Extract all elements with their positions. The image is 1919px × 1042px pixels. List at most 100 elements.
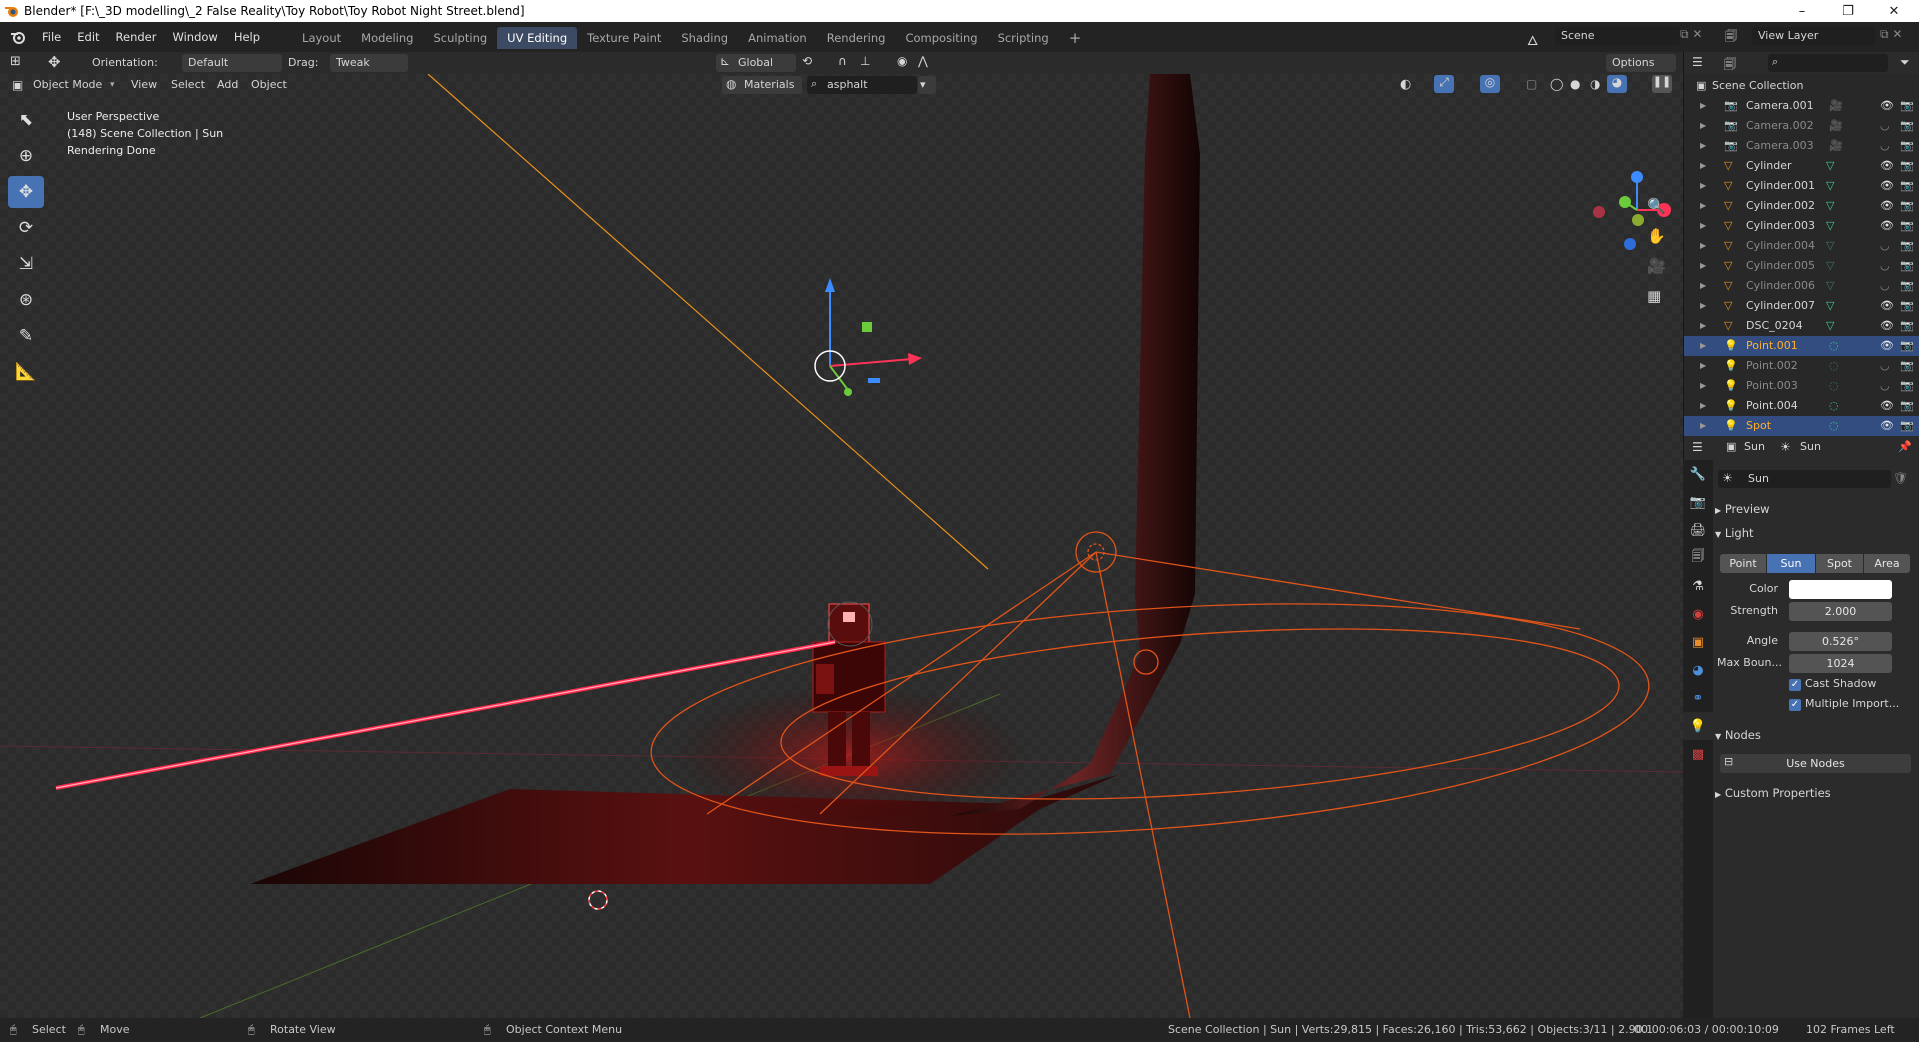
close-button[interactable]: ✕	[1871, 0, 1917, 22]
eye-closed-icon[interactable]: ◡	[1880, 236, 1890, 256]
use-nodes-button[interactable]: Use Nodes	[1720, 754, 1911, 773]
perspective-toggle-icon[interactable]: ▦	[1647, 287, 1661, 305]
render-toggle-icon[interactable]: 📷	[1900, 236, 1914, 256]
scene-browse-icon[interactable]: 🜂	[1527, 27, 1551, 49]
tab-texture-paint[interactable]: Texture Paint	[577, 27, 671, 49]
eye-open-icon[interactable]: 👁	[1880, 396, 1894, 416]
render-toggle-icon[interactable]: 📷	[1900, 156, 1914, 176]
menu-file[interactable]: File	[34, 22, 69, 52]
expand-arrow-icon[interactable]: ▶	[1700, 176, 1706, 196]
eye-open-icon[interactable]: 👁	[1880, 176, 1894, 196]
zoom-icon[interactable]: 🔍	[1647, 197, 1666, 215]
eye-closed-icon[interactable]: ◡	[1880, 276, 1890, 296]
outliner-item[interactable]: ▶ ▽ Cylinder.004 ▽ ◡ 📷	[1684, 236, 1919, 256]
viewport-menu-object[interactable]: Object	[251, 76, 287, 94]
output-tab-icon[interactable]: 🖨	[1683, 516, 1713, 544]
3d-viewport[interactable]: ▣ Object Mode ▾ View Select Add Object M…	[0, 74, 1683, 1018]
light-type-area[interactable]: Area	[1864, 554, 1910, 573]
light-section[interactable]: ▼ Light	[1715, 526, 1754, 540]
light-data-name-field[interactable]: Sun	[1718, 470, 1891, 488]
camera-view-icon[interactable]: 🎥	[1647, 257, 1666, 275]
menu-window[interactable]: Window	[164, 22, 225, 52]
color-swatch[interactable]	[1789, 580, 1892, 599]
outliner-item[interactable]: ▶ 📷 Camera.002 🎥 ◡ 📷	[1684, 116, 1919, 136]
mesh-data-icon[interactable]: ▽	[1826, 256, 1834, 276]
preview-section[interactable]: ▶ Preview	[1715, 502, 1770, 516]
outliner-item[interactable]: ▶ 📷 Camera.001 🎥 👁 📷	[1684, 96, 1919, 116]
outliner-item[interactable]: ▶ 📷 Camera.003 🎥 ◡ 📷	[1684, 136, 1919, 156]
outliner-item[interactable]: ▶ 💡 Spot ◌ 👁 📷	[1684, 416, 1919, 436]
falloff-icon[interactable]: ⋀	[918, 54, 928, 68]
tool-tab-icon[interactable]: 🔧	[1683, 460, 1713, 488]
outliner-item[interactable]: ▶ 💡 Point.002 ◌ ◡ 📷	[1684, 356, 1919, 376]
outliner-item[interactable]: ▶ ▽ DSC_0204 ▽ 👁 📷	[1684, 316, 1919, 336]
physics-tab-icon[interactable]: ◕	[1683, 656, 1713, 684]
render-toggle-icon[interactable]: 📷	[1900, 276, 1914, 296]
tab-shading[interactable]: Shading	[671, 27, 738, 49]
eye-open-icon[interactable]: 👁	[1880, 296, 1894, 316]
camera-data-icon[interactable]: 🎥	[1829, 116, 1843, 136]
render-toggle-icon[interactable]: 📷	[1900, 416, 1914, 436]
tab-rendering[interactable]: Rendering	[817, 27, 896, 49]
maximize-button[interactable]: ❐	[1825, 0, 1871, 22]
constraints-tab-icon[interactable]: ⚭	[1683, 684, 1713, 712]
scene-new-icon[interactable]: ⧉ ✕	[1680, 27, 1702, 42]
editor-type-icon[interactable]: ☰	[1692, 440, 1703, 454]
drag-dropdown[interactable]: Tweak	[330, 54, 408, 72]
camera-data-icon[interactable]: 🎥	[1829, 96, 1843, 116]
max-bounces-field[interactable]: 1024	[1789, 654, 1892, 673]
scene-selector[interactable]: Scene	[1555, 27, 1680, 45]
texture-tab-icon[interactable]: ▩	[1683, 740, 1713, 768]
angle-field[interactable]: 0.526°	[1789, 632, 1892, 651]
light-data-icon[interactable]: ◌	[1829, 376, 1839, 396]
outliner-root[interactable]: ▣ Scene Collection	[1684, 76, 1919, 96]
solid-shading-icon[interactable]: ●	[1570, 77, 1580, 91]
pivot-icon[interactable]: ⟲	[802, 54, 812, 68]
material-search-field[interactable]: asphalt	[807, 76, 917, 94]
outliner-item[interactable]: ▶ ▽ Cylinder.007 ▽ 👁 📷	[1684, 296, 1919, 316]
render-toggle-icon[interactable]: 📷	[1900, 136, 1914, 156]
mesh-data-icon[interactable]: ▽	[1826, 276, 1834, 296]
mesh-data-icon[interactable]: ▽	[1826, 156, 1834, 176]
snap-magnet-icon[interactable]: ∩	[838, 54, 847, 68]
render-toggle-icon[interactable]: 📷	[1900, 376, 1914, 396]
viewport-menu-select[interactable]: Select	[171, 76, 205, 94]
scale-tool-icon[interactable]: ⇲	[8, 248, 44, 280]
transform-gizmo[interactable]	[814, 278, 922, 396]
camera-data-icon[interactable]: 🎥	[1829, 136, 1843, 156]
expand-arrow-icon[interactable]: ▶	[1700, 256, 1706, 276]
mesh-data-icon[interactable]: ▽	[1826, 316, 1834, 336]
pin-icon[interactable]: 📌	[1898, 440, 1912, 453]
transform-tool-icon[interactable]: ⊛	[8, 284, 44, 316]
mesh-data-icon[interactable]: ▽	[1826, 236, 1834, 256]
eye-open-icon[interactable]: 👁	[1880, 156, 1894, 176]
eye-closed-icon[interactable]: ◡	[1880, 256, 1890, 276]
tab-scripting[interactable]: Scripting	[988, 27, 1059, 49]
tab-sculpting[interactable]: Sculpting	[423, 27, 497, 49]
expand-arrow-icon[interactable]: ▶	[1700, 96, 1706, 116]
eye-open-icon[interactable]: 👁	[1880, 196, 1894, 216]
outliner-search-field[interactable]	[1768, 54, 1888, 72]
editor-type-icon[interactable]: ⊞	[10, 54, 21, 69]
display-mode-icon[interactable]: 🗐	[1724, 55, 1736, 76]
expand-arrow-icon[interactable]: ▶	[1700, 196, 1706, 216]
render-toggle-icon[interactable]: 📷	[1900, 216, 1914, 236]
expand-arrow-icon[interactable]: ▶	[1700, 316, 1706, 336]
tab-modeling[interactable]: Modeling	[351, 27, 423, 49]
move-tool-icon[interactable]: ✥	[8, 176, 44, 208]
outliner-item[interactable]: ▶ ▽ Cylinder.006 ▽ ◡ 📷	[1684, 276, 1919, 296]
expand-arrow-icon[interactable]: ▶	[1700, 296, 1706, 316]
snap-target-icon[interactable]: ⊥	[860, 54, 870, 68]
eye-closed-icon[interactable]: ◡	[1880, 356, 1890, 376]
mesh-data-icon[interactable]: ▽	[1826, 296, 1834, 316]
viewport-menu-add[interactable]: Add	[217, 76, 238, 94]
filter-icon[interactable]: ⏷	[1900, 55, 1910, 70]
tab-uv-editing[interactable]: UV Editing	[497, 27, 578, 49]
cast-shadow-checkbox[interactable]: ✓	[1789, 679, 1801, 691]
measure-tool-icon[interactable]: 📐	[8, 356, 44, 388]
expand-arrow-icon[interactable]: ▶	[1700, 416, 1706, 436]
eye-open-icon[interactable]: 👁	[1880, 416, 1894, 436]
outliner-item[interactable]: ▶ 💡 Point.004 ◌ 👁 📷	[1684, 396, 1919, 416]
render-toggle-icon[interactable]: 📷	[1900, 356, 1914, 376]
light-type-point[interactable]: Point	[1720, 554, 1766, 573]
